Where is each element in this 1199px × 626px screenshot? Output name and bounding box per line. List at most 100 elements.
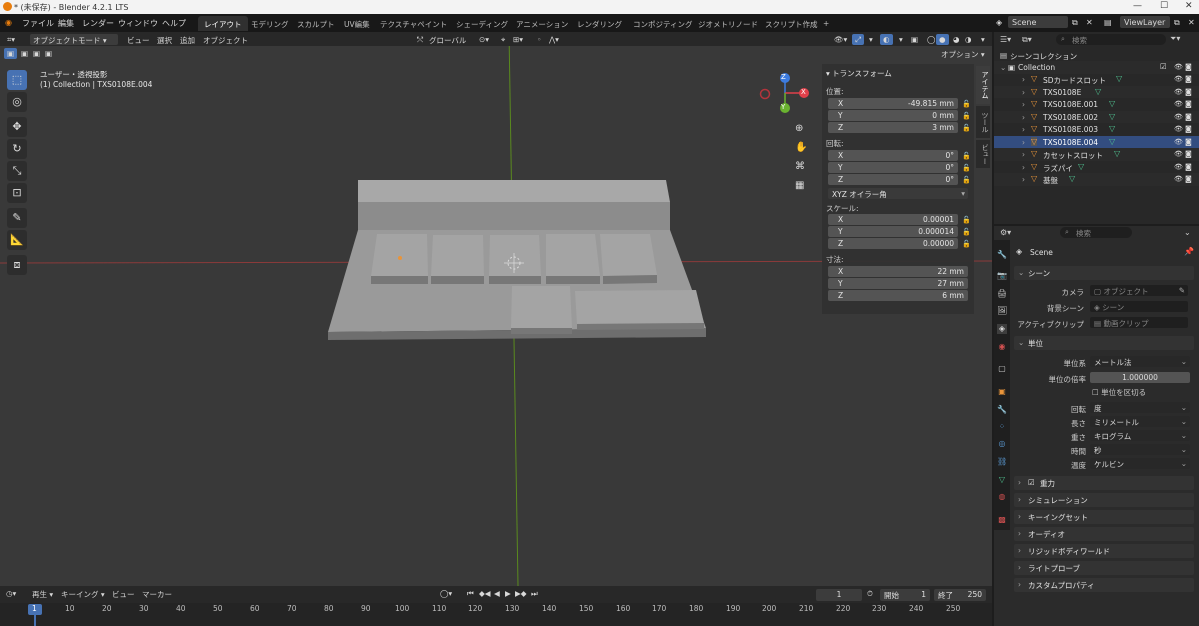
camera-field[interactable]: ▢ オブジェクト ✎ — [1090, 285, 1188, 296]
measure-tool[interactable]: 📐 — [7, 230, 27, 250]
constraints-tab-icon[interactable]: ⛓ — [997, 457, 1007, 467]
scene-tab-icon[interactable]: ◈ — [997, 324, 1007, 334]
start-frame-field[interactable]: 開始 1 — [880, 589, 930, 601]
menu-playback[interactable]: 再生 ▾ — [32, 589, 53, 600]
texture-tab-icon[interactable]: ▩ — [997, 515, 1007, 525]
shading-solid-icon[interactable]: ● — [936, 34, 949, 45]
gizmo-y-label[interactable]: Y — [781, 103, 785, 111]
orientation-icon[interactable]: ⤲ — [414, 34, 426, 45]
minimize-button[interactable]: — — [1133, 1, 1142, 11]
editor-type-icon[interactable]: ⌗▾ — [4, 34, 18, 45]
eye-icon[interactable]: 👁 — [1174, 63, 1183, 71]
properties-search-input[interactable]: ⌕ 検索 — [1060, 227, 1132, 238]
menu-select[interactable]: 選択 — [154, 34, 175, 45]
orientation-selector[interactable]: グローバル — [426, 34, 469, 45]
menu-window[interactable]: ウィンドウ — [118, 18, 158, 29]
scale-tool[interactable]: ⤡ — [7, 161, 27, 181]
view-layer-selector[interactable]: ViewLayer — [1120, 16, 1170, 28]
pin-icon[interactable]: 📌 — [1184, 247, 1194, 256]
shading-dropdown-icon[interactable]: ▾ — [978, 34, 988, 45]
section-rigid-body-world[interactable]: › リジッドボディワールド — [1014, 544, 1194, 558]
section-custom-properties[interactable]: › カスタムプロパティ — [1014, 578, 1194, 592]
view-layer-tab-icon[interactable]: 🖼 — [997, 306, 1007, 316]
overlay-dropdown-icon[interactable]: ▾ — [896, 34, 906, 45]
menu-help[interactable]: ヘルプ — [162, 18, 186, 29]
camera-icon[interactable]: ◙ — [1185, 63, 1192, 71]
data-tab-icon[interactable]: ▽ — [997, 475, 1007, 485]
overlay-toggle-icon[interactable]: ◐ — [880, 34, 893, 45]
zoom-icon[interactable]: ⊕ — [795, 123, 803, 134]
outliner-search-input[interactable]: ⌕ 検索 — [1056, 34, 1166, 45]
tab-animation[interactable]: アニメーション — [510, 16, 574, 31]
tab-compositing[interactable]: コンポジティング — [627, 16, 699, 31]
section-light-probes[interactable]: › ライトプローブ — [1014, 561, 1194, 575]
outliner-item[interactable]: › ▽ TXS0108E.001 ▽ 👁 ◙ — [994, 98, 1199, 111]
outliner-item[interactable]: › ▽ カセットスロット ▽ 👁 ◙ — [994, 148, 1199, 161]
location-z-field[interactable]: Z3 mm — [828, 122, 958, 133]
rotation-mode-selector[interactable]: XYZ オイラー角 ▾ — [828, 188, 968, 199]
play-reverse-icon[interactable]: ◀ — [494, 589, 500, 598]
length-units-selector[interactable]: ミリメートル ⌄ — [1090, 416, 1190, 427]
particles-tab-icon[interactable]: ⁘ — [997, 422, 1007, 432]
world-tab-icon[interactable]: ◉ — [997, 342, 1007, 352]
material-tab-icon[interactable]: ◍ — [997, 492, 1007, 502]
delete-scene-icon[interactable]: ✕ — [1086, 18, 1093, 27]
proportional-edit-icon[interactable]: ◦ — [534, 34, 544, 45]
gizmo-x-label[interactable]: X — [801, 88, 806, 96]
temperature-units-selector[interactable]: ケルビン ⌄ — [1090, 458, 1190, 469]
outliner-editor-icon[interactable]: ☰▾ — [1000, 35, 1011, 44]
expand-chevron-icon[interactable]: ⌄ — [1000, 63, 1006, 72]
active-clip-field[interactable]: ▤ 動画クリップ — [1090, 317, 1188, 328]
separate-units-checkbox[interactable]: ☐ 単位を区切る — [1092, 387, 1146, 398]
menu-object[interactable]: オブジェクト — [200, 34, 251, 45]
mass-units-selector[interactable]: キログラム ⌄ — [1090, 430, 1190, 441]
tab-rendering[interactable]: レンダリング — [571, 16, 628, 31]
shading-rendered-icon[interactable]: ◑ — [962, 34, 975, 45]
visibility-icon[interactable]: 👁▾ — [831, 34, 850, 45]
lock-icon[interactable]: 🔓 — [962, 124, 971, 132]
stopwatch-icon[interactable]: ⏱ — [867, 589, 873, 599]
object-tab-icon[interactable]: ▣ — [997, 387, 1007, 397]
menu-add[interactable]: 追加 — [177, 34, 198, 45]
output-tab-icon[interactable]: 🖨 — [997, 289, 1007, 299]
record-icon[interactable]: ◯▾ — [440, 589, 452, 598]
shading-material-icon[interactable]: ◕ — [950, 34, 963, 45]
menu-marker[interactable]: マーカー — [142, 589, 172, 600]
rotate-tool[interactable]: ↻ — [7, 139, 27, 159]
pivot-icon[interactable]: ⊙▾ — [476, 34, 492, 45]
lock-icon[interactable]: 🔓 — [962, 100, 971, 108]
scale-z-field[interactable]: Z 0.00000 — [828, 238, 958, 249]
tab-geometry-nodes[interactable]: ジオメトリノード — [692, 16, 764, 31]
blender-menu-icon[interactable]: ◉ — [5, 18, 12, 27]
section-gravity[interactable]: › ☑ 重力 — [1014, 476, 1194, 490]
timeline-editor-icon[interactable]: ◷▾ — [6, 589, 16, 598]
sidebar-tab-item[interactable]: アイテム — [976, 66, 990, 104]
falloff-icon[interactable]: ⋀▾ — [546, 34, 562, 45]
modifier-tab-icon[interactable]: 🔧 — [997, 405, 1007, 415]
snap-icon[interactable]: ⌖ — [498, 34, 508, 45]
time-units-selector[interactable]: 秒 ⌄ — [1090, 444, 1190, 455]
rotation-z-field[interactable]: Z 0° — [828, 174, 958, 185]
dimension-y-field[interactable]: Y 27 mm — [828, 278, 968, 289]
maximize-button[interactable]: ☐ — [1160, 1, 1168, 11]
next-keyframe-icon[interactable]: ▶◆ — [515, 589, 527, 598]
sidebar-tab-tool[interactable]: ツール — [976, 106, 990, 138]
xray-icon[interactable]: ▣ — [908, 34, 921, 45]
play-icon[interactable]: ▶ — [505, 589, 511, 598]
pan-hand-icon[interactable]: ✋ — [795, 142, 807, 153]
dimension-z-field[interactable]: Z6 mm — [828, 290, 968, 301]
menu-timeline-view[interactable]: ビュー — [112, 589, 135, 600]
add-workspace-button[interactable]: + — [817, 16, 835, 31]
rotation-x-field[interactable]: X 0° — [828, 150, 958, 161]
section-simulation[interactable]: › シミュレーション — [1014, 493, 1194, 507]
unit-scale-field[interactable]: 1.000000 — [1090, 372, 1190, 383]
transform-header[interactable]: ▾ トランスフォーム — [826, 68, 892, 79]
transform-tool[interactable]: ⊡ — [7, 183, 27, 203]
jump-end-icon[interactable]: ⏭ — [531, 589, 538, 599]
move-tool[interactable]: ✥ — [7, 117, 27, 137]
outliner-item[interactable]: › ▽ 基盤 ▽ 👁 ◙ — [994, 173, 1199, 186]
tab-scripting[interactable]: スクリプト作成 — [759, 16, 824, 31]
snap-target-icon[interactable]: ⊞▾ — [510, 34, 526, 45]
scene-selector[interactable]: Scene — [1008, 16, 1068, 28]
background-scene-field[interactable]: ◈ シーン — [1090, 301, 1188, 312]
